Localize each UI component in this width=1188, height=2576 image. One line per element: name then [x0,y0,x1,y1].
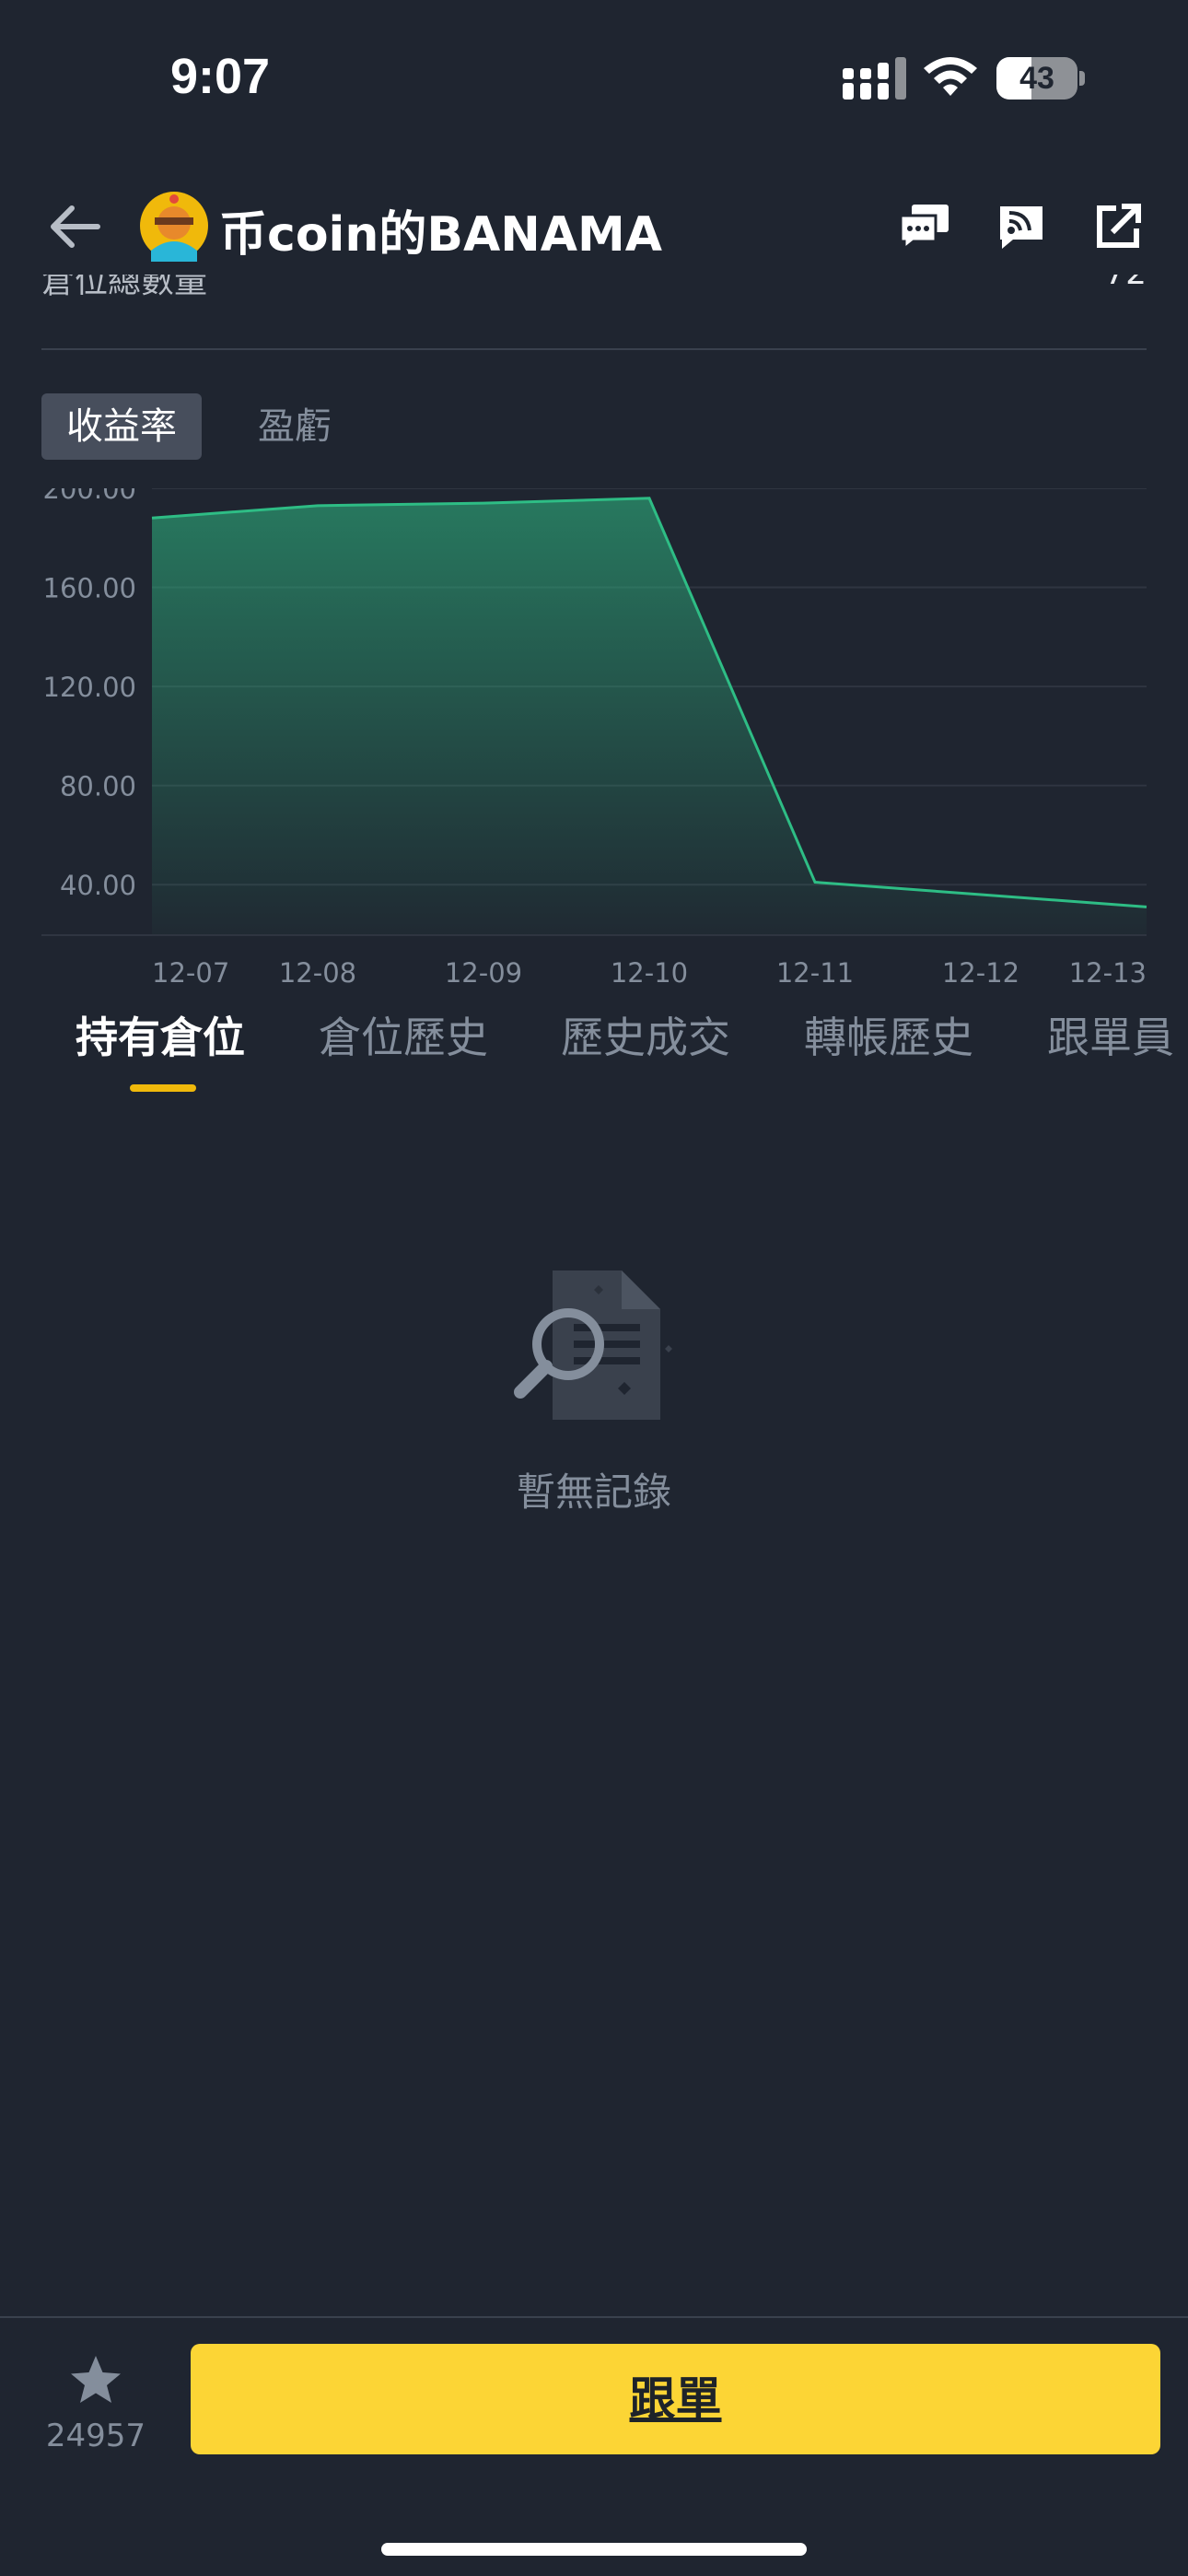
broadcast-icon[interactable] [996,203,1048,251]
star-icon[interactable] [68,2353,123,2408]
cellular-signal-icon [843,57,906,100]
position-count-value: 72 [1104,275,1147,292]
series-area [152,498,1147,934]
divider [41,348,1147,350]
y-tick-label: 120.00 [43,672,136,703]
x-tick-label: 12-09 [445,957,522,986]
search-document-icon [514,1270,672,1420]
status-time: 9:07 [170,49,271,104]
position-count-row: 倉位總數量 72 [41,275,1147,302]
favorite-count: 24957 [45,2418,146,2454]
avatar[interactable] [138,190,210,262]
battery-indicator: 43 [996,57,1085,100]
y-tick-label: 40.00 [60,870,136,901]
x-tick-label: 12-08 [279,957,356,986]
tab-bar: 持有倉位 倉位歷史 歷史成交 轉帳歷史 跟單員 [0,995,1188,1096]
toggle-pnl[interactable]: 盈虧 [258,393,350,460]
battery-nub [1079,71,1085,86]
roi-chart: 200.00 160.00 120.00 80.00 40.00 12-07 12-08 1… [41,488,1147,986]
tab-copy-traders[interactable]: 跟單員 [1047,1004,1174,1065]
wifi-icon [924,57,977,96]
header: 币coin的BANAMA [0,175,1188,276]
x-tick-label: 12-07 [152,957,229,986]
tab-trade-history[interactable]: 歷史成交 [561,1004,730,1065]
home-indicator [381,2543,807,2556]
empty-state-text: 暫無記錄 [516,1469,671,1515]
battery-level: 43 [1019,61,1054,96]
back-arrow-icon[interactable] [44,199,103,254]
tab-indicator [130,1084,196,1092]
toggle-roi[interactable]: 收益率 [41,393,202,460]
x-tick-label: 12-13 [1069,957,1147,986]
x-tick-label: 12-11 [776,957,854,986]
x-tick-label: 12-12 [942,957,1019,986]
status-bar: 9:07 43 [0,0,1188,157]
page-title: 币coin的BANAMA [219,207,663,263]
battery-body: 43 [996,57,1077,100]
chat-icon[interactable] [899,203,950,251]
share-icon[interactable] [1094,203,1146,251]
bottom-bar: 24957 跟單 [0,2316,1188,2576]
x-tick-label: 12-10 [611,957,688,986]
y-tick-label: 200.00 [43,488,136,505]
y-tick-label: 80.00 [60,771,136,802]
tab-position-history[interactable]: 倉位歷史 [319,1004,488,1065]
y-tick-label: 160.00 [43,573,136,604]
position-count-label: 倉位總數量 [41,275,208,300]
copy-trade-button[interactable]: 跟單 [191,2344,1160,2454]
tab-open-positions[interactable]: 持有倉位 [76,1004,245,1065]
tab-transfer-history[interactable]: 轉帳歷史 [804,1004,973,1065]
